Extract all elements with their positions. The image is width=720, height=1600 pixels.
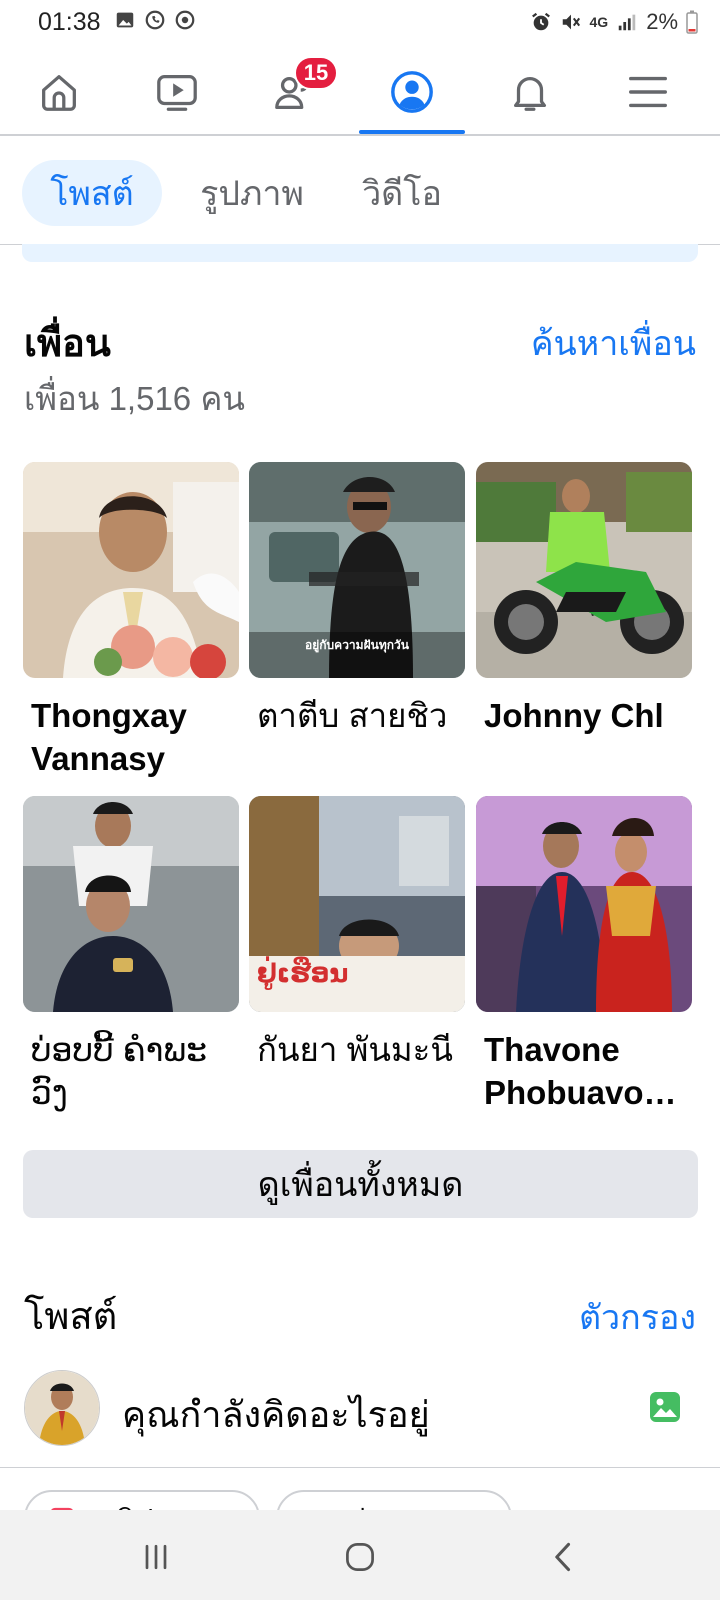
home-button[interactable]: [330, 1532, 390, 1582]
photo-overlay-text: ຢູ່ເຮືອນ: [257, 958, 349, 988]
friends-badge: 15: [294, 56, 338, 90]
friend-card[interactable]: Johnny Chl: [476, 462, 692, 737]
status-system-icons: 4G 2%: [530, 9, 698, 35]
divider: [0, 1467, 720, 1468]
posts-filter-link[interactable]: ตัวกรอง: [579, 1290, 696, 1344]
friend-name[interactable]: Johnny Chl: [476, 694, 692, 737]
friend-photo: อยู่กับความฝันทุกวัน: [249, 462, 465, 678]
battery-icon: [686, 10, 698, 34]
friend-name[interactable]: Thongxay Vannasy: [23, 694, 239, 780]
network-type: 4G: [589, 14, 609, 30]
friend-card[interactable]: Thavone Phobuavo…: [476, 796, 692, 1114]
signal-icon: [618, 14, 636, 31]
friends-count: เพื่อน 1,516 คน: [24, 380, 245, 417]
system-navigation-bar: [0, 1510, 720, 1600]
tab-videos[interactable]: วิดีโอ: [342, 160, 462, 226]
friend-name[interactable]: Thavone Phobuavo…: [476, 1028, 692, 1114]
see-all-friends-button[interactable]: ดูเพื่อนทั้งหมด: [23, 1150, 698, 1218]
friend-card[interactable]: ຢູ່ເຮືອນ กันยา พันมะนี: [249, 796, 465, 1071]
avatar[interactable]: [24, 1370, 100, 1446]
bell-icon: [513, 77, 547, 111]
friend-name[interactable]: ບ່ອບບີ້ ຄຳພະວົງ: [23, 1028, 239, 1114]
friend-card[interactable]: Thongxay Vannasy: [23, 462, 239, 780]
friend-card[interactable]: อยู่กับความฝันทุกวัน ตาตีบ สายชิว: [249, 462, 465, 737]
profile-icon: [391, 71, 433, 113]
nav-notifications[interactable]: [477, 52, 583, 132]
friend-photo: [476, 462, 692, 678]
tab-posts[interactable]: โพสต์: [22, 160, 162, 226]
friend-name[interactable]: ตาตีบ สายชิว: [249, 694, 465, 737]
intro-card-bottom: [22, 244, 698, 262]
status-bar: 01:38 4G 2%: [0, 0, 720, 44]
nav-profile[interactable]: [359, 52, 465, 134]
back-button[interactable]: [534, 1532, 594, 1582]
recents-icon: [145, 1544, 167, 1570]
tab-photos[interactable]: รูปภาพ: [182, 160, 322, 226]
photo-overlay-text: อยู่กับความฝันทุกวัน: [305, 638, 409, 652]
photo-icon[interactable]: [648, 1390, 682, 1424]
nav-home[interactable]: [6, 52, 112, 132]
sync-icon: [175, 10, 195, 30]
home-icon: [42, 75, 76, 111]
home-circle-icon: [346, 1543, 374, 1571]
friend-photo: [23, 796, 239, 1012]
nav-watch[interactable]: [124, 52, 230, 132]
friend-card[interactable]: ບ່ອບບີ້ ຄຳພະວົງ: [23, 796, 239, 1114]
posts-title: โพสต์: [24, 1296, 118, 1338]
top-navigation: 15: [0, 52, 720, 136]
friend-photo: [476, 796, 692, 1012]
alarm-icon: [531, 12, 550, 31]
friend-name[interactable]: กันยา พันมะนี: [249, 1028, 465, 1071]
whatsapp-icon: [145, 10, 165, 30]
find-friends-link[interactable]: ค้นหาเพื่อน: [531, 316, 696, 370]
menu-icon: [629, 76, 667, 108]
nav-menu[interactable]: [595, 52, 701, 132]
back-icon: [555, 1542, 571, 1572]
status-time: 01:38: [38, 8, 101, 36]
friend-photo: [23, 462, 239, 678]
post-composer-input[interactable]: คุณกำลังคิดอะไรอยู่: [122, 1386, 430, 1443]
recents-button[interactable]: [126, 1532, 186, 1582]
battery-level: 2%: [646, 9, 678, 34]
status-notification-icons: [114, 9, 196, 31]
gallery-icon: [116, 12, 134, 28]
nav-friends[interactable]: 15: [242, 52, 348, 132]
video-icon: [157, 75, 197, 111]
friend-photo: ຢູ່ເຮືອນ: [249, 796, 465, 1012]
friends-title: เพื่อน: [24, 323, 111, 365]
mute-icon: [562, 14, 580, 30]
